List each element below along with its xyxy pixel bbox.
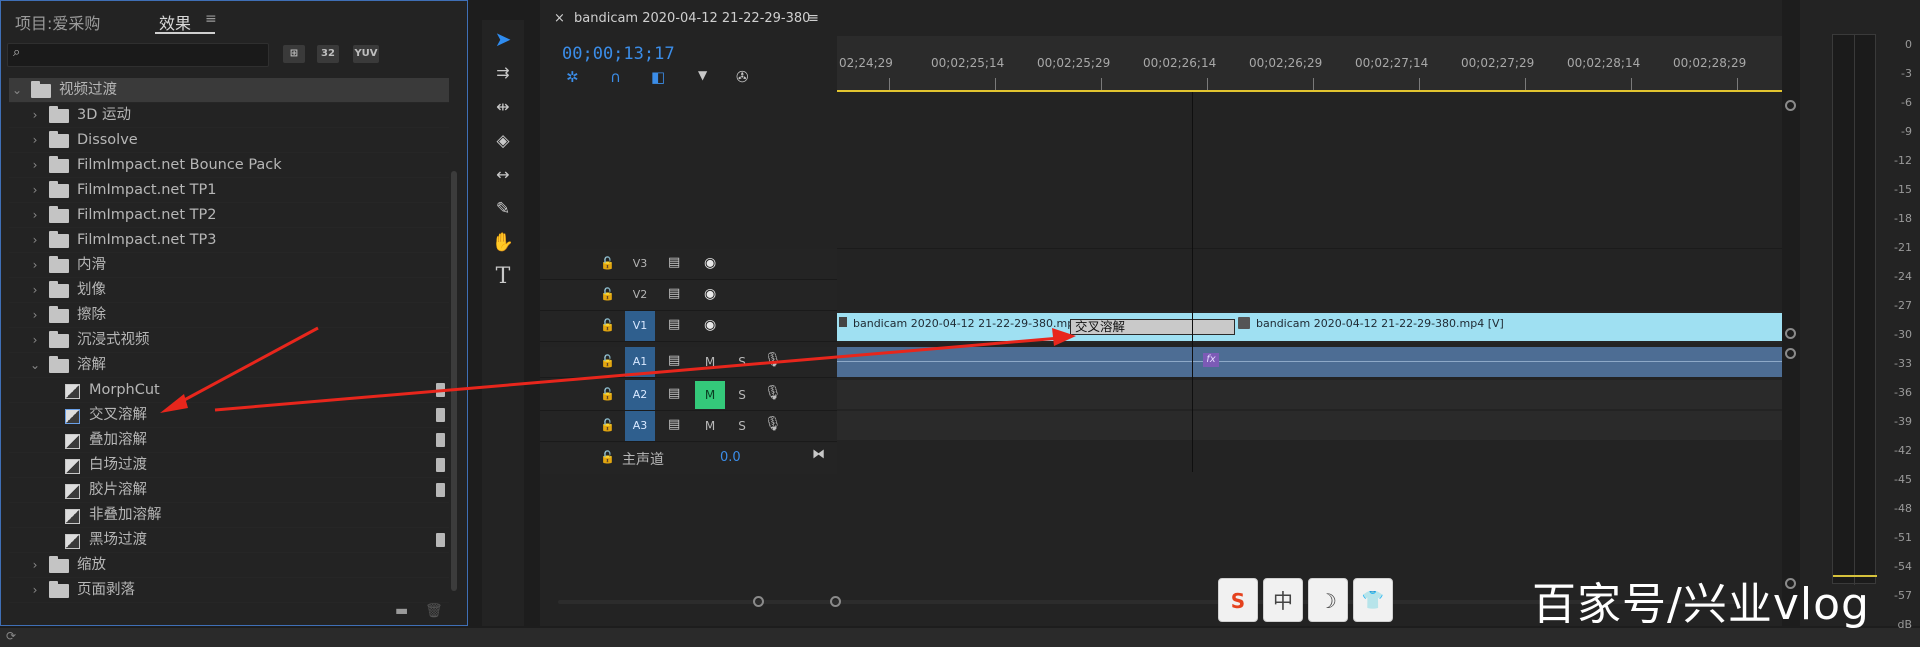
annotation-arrowhead <box>1052 328 1076 346</box>
annotation-arrowhead <box>160 394 188 413</box>
annotation-arrow <box>214 336 1061 412</box>
annotation-arrows <box>160 326 1076 413</box>
annotation-arrow <box>174 326 319 407</box>
